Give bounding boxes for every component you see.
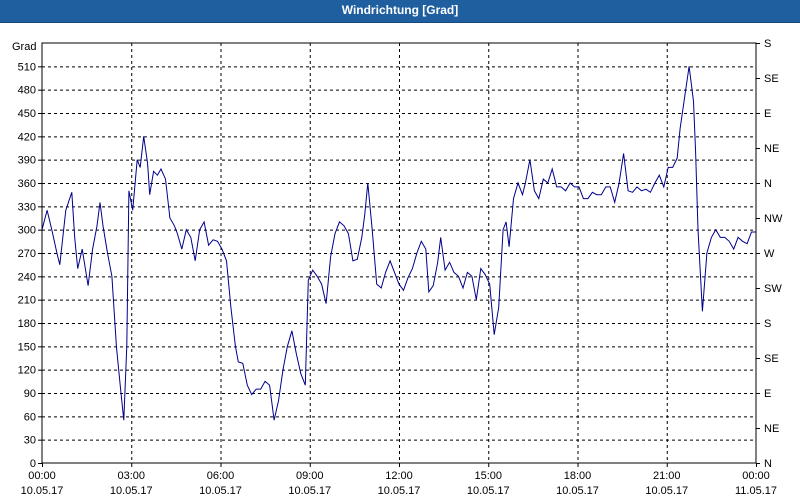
compass-tick-label: E: [764, 108, 771, 120]
title-bar: Windrichtung [Grad]: [0, 0, 800, 23]
y-tick-label: 270: [18, 248, 36, 260]
x-tick-date-label: 10.05.17: [467, 485, 510, 497]
x-tick-date-label: 10.05.17: [199, 485, 242, 497]
x-tick-date-label: 10.05.17: [556, 485, 599, 497]
y-tick-label: 60: [24, 411, 36, 423]
compass-tick-label: SE: [764, 353, 779, 365]
y-tick-label: 120: [18, 365, 36, 377]
x-axis-ticks: 00:00 10.05.17 03:00 10.05.17 06:00 10.05.17 0…: [21, 463, 777, 497]
y-tick-label: 360: [18, 178, 36, 190]
x-tick-time-label: 15:00: [474, 470, 502, 482]
y-tick-label: 510: [18, 61, 36, 73]
compass-tick-label: NW: [764, 213, 783, 225]
x-tick-date-label: 10.05.17: [378, 485, 421, 497]
x-tick-date-label: 11.05.17: [735, 485, 777, 497]
x-tick-time-label: 03:00: [117, 470, 145, 482]
y-tick-label: 480: [18, 85, 36, 97]
y-tick-label: 420: [18, 131, 36, 143]
wind-direction-chart: Grad 0 30 60 90 120 150 180 210 240 270 300 330 360 3…: [12, 38, 783, 497]
compass-tick-label: N: [764, 458, 772, 470]
compass-tick-label: SW: [764, 283, 782, 295]
x-tick-time-label: 09:00: [296, 470, 324, 482]
x-tick-date-label: 10.05.17: [110, 485, 153, 497]
compass-tick-label: NE: [764, 143, 779, 155]
x-tick-time-label: 21:00: [653, 470, 681, 482]
compass-tick-label: NE: [764, 423, 779, 435]
y-tick-label: 390: [18, 155, 36, 167]
y-axis-left-ticks: 0 30 60 90 120 150 180 210 240 270 300 330 360 390 420…: [18, 61, 42, 470]
x-tick-time-label: 00:00: [28, 470, 56, 482]
y-tick-label: 180: [18, 318, 36, 330]
compass-tick-label: S: [764, 38, 771, 50]
x-tick-time-label: 06:00: [207, 470, 235, 482]
y-tick-label: 90: [24, 388, 36, 400]
chart-title: Windrichtung [Grad]: [341, 3, 459, 17]
x-tick-date-label: 10.05.17: [288, 485, 331, 497]
compass-tick-label: E: [764, 388, 771, 400]
y-tick-label: 330: [18, 201, 36, 213]
x-tick-date-label: 10.05.17: [21, 485, 64, 497]
x-tick-time-label: 00:00: [742, 470, 770, 482]
x-tick-date-label: 10.05.17: [645, 485, 688, 497]
y-tick-label: 150: [18, 341, 36, 353]
y-tick-label: 450: [18, 108, 36, 120]
y-tick-label: 210: [18, 295, 36, 307]
compass-tick-label: S: [764, 318, 771, 330]
y-tick-label: 300: [18, 225, 36, 237]
compass-tick-label: W: [764, 248, 775, 260]
compass-tick-label: SE: [764, 73, 779, 85]
y-tick-label: 30: [24, 435, 36, 447]
compass-tick-label: N: [764, 178, 772, 190]
x-tick-time-label: 12:00: [385, 470, 413, 482]
y-tick-label: 240: [18, 271, 36, 283]
x-tick-time-label: 18:00: [564, 470, 592, 482]
y-axis-unit-label: Grad: [12, 41, 36, 53]
y-tick-label: 0: [30, 458, 36, 470]
y-axis-right-compass-ticks: N NE E SE S SW W NW N NE E SE S: [756, 38, 783, 470]
